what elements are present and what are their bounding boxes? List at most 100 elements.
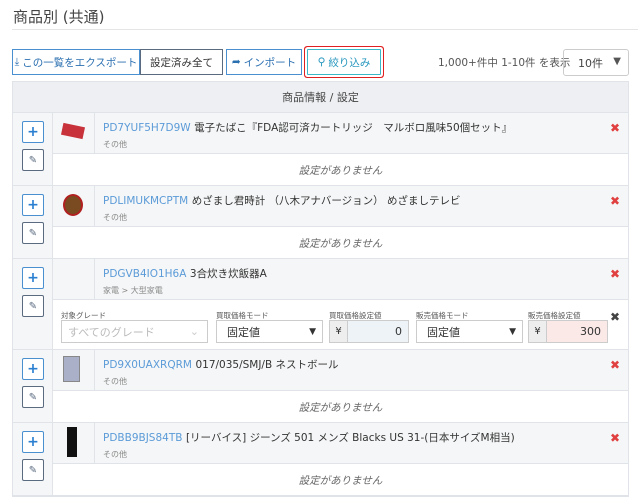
chevron-down-icon: ▼ [309, 326, 316, 337]
delete-icon[interactable]: ✖ [610, 358, 620, 372]
row-actions: + ✎ [13, 186, 53, 258]
search-icon: ⚲ [317, 56, 326, 68]
sell-mode-value: 固定値 [427, 325, 460, 339]
page-size-value: 10件 [578, 56, 603, 70]
add-setting-button[interactable]: + [22, 267, 44, 289]
remove-setting-icon[interactable]: ✖ [610, 310, 620, 324]
pencil-icon: ✎ [28, 154, 38, 166]
yen-addon: ¥ [330, 321, 348, 342]
edit-button[interactable]: ✎ [22, 149, 44, 171]
buy-mode-value: 固定値 [227, 325, 260, 339]
product-info: PDLIMUKMCPTM めざまし君時計 （八木アナバージョン） めざましテレビ… [53, 186, 628, 227]
delete-icon[interactable]: ✖ [610, 267, 620, 281]
pencil-icon: ✎ [28, 464, 38, 476]
product-info: PD9X0UAXRQRM 017/035/SMJ/B ネストボール その他 ✖ [53, 350, 628, 391]
product-code-link[interactable]: PDBB9BJS84TB [103, 432, 182, 444]
plus-icon: + [27, 270, 39, 286]
product-image [53, 350, 95, 390]
row-actions: + ✎ [13, 259, 53, 349]
product-name: 3合炊き炊飯器A [189, 268, 267, 280]
table-header: 商品情報 / 設定 [13, 82, 628, 113]
product-name: 017/035/SMJ/B ネストボール [195, 359, 339, 371]
sell-value-input[interactable]: ¥300 [528, 320, 608, 343]
row-actions: + ✎ [13, 423, 53, 495]
product-table: 商品情報 / 設定 + ✎ PD7YUF5H7D9W 電子たばこ『FDA認可済カ… [12, 81, 629, 497]
plus-icon: + [27, 434, 39, 450]
product-name: [リーバイス] ジーンズ 501 メンズ Blacks US 31-(日本サイズ… [185, 432, 515, 444]
delete-icon[interactable]: ✖ [610, 431, 620, 445]
pencil-icon: ✎ [28, 391, 38, 403]
edit-button[interactable]: ✎ [22, 459, 44, 481]
page-title: 商品別 (共通) [13, 8, 105, 26]
add-setting-button[interactable]: + [22, 358, 44, 380]
yen-addon: ¥ [529, 321, 547, 342]
edit-button[interactable]: ✎ [22, 222, 44, 244]
add-setting-button[interactable]: + [22, 431, 44, 453]
product-name: 電子たばこ『FDA認可済カートリッジ マルボロ風味50個セット』 [194, 122, 513, 134]
share-icon: ➦ [231, 56, 241, 68]
filter-button[interactable]: ⚲ 絞り込み [307, 49, 381, 75]
export-button[interactable]: ⤓ この一覧をエクスポート [12, 49, 140, 75]
product-category: 家電 > 大型家電 [103, 286, 163, 295]
product-code-link[interactable]: PDGVB4IO1H6A [103, 268, 186, 280]
product-category: その他 [103, 377, 127, 386]
grade-select[interactable]: すべてのグレード ⌄ [61, 320, 208, 343]
product-code-link[interactable]: PDLIMUKMCPTM [103, 195, 188, 207]
sell-mode-select[interactable]: 固定値 ▼ [416, 320, 523, 343]
empty-settings: 設定がありません [298, 401, 383, 414]
product-category: その他 [103, 140, 127, 149]
import-button[interactable]: ➦ インポート [226, 49, 302, 75]
chevron-down-icon: ⌄ [189, 325, 199, 338]
plus-icon: + [27, 197, 39, 213]
delete-icon[interactable]: ✖ [610, 121, 620, 135]
product-info: PD7YUF5H7D9W 電子たばこ『FDA認可済カートリッジ マルボロ風味50… [53, 113, 628, 154]
add-setting-button[interactable]: + [22, 194, 44, 216]
download-icon: ⤓ [14, 55, 20, 68]
product-code-link[interactable]: PD9X0UAXRQRM [103, 359, 192, 371]
product-category: その他 [103, 450, 127, 459]
divider [12, 29, 638, 30]
product-image [53, 259, 95, 299]
settings-row: 対象グレード すべてのグレード ⌄ 買取価格モード 固定値 ▼ 買取価格設定値 ¥0… [53, 300, 628, 350]
empty-settings: 設定がありません [298, 237, 383, 250]
chevron-down-icon: ▼ [613, 56, 621, 67]
buy-mode-select[interactable]: 固定値 ▼ [216, 320, 323, 343]
product-image [53, 113, 95, 153]
edit-button[interactable]: ✎ [22, 295, 44, 317]
sell-value: 300 [547, 321, 607, 342]
filter-label: 絞り込み [328, 56, 371, 69]
product-info: PDGVB4IO1H6A 3合炊き炊飯器A 家電 > 大型家電 ✖ [53, 259, 628, 300]
chevron-down-icon: ▼ [509, 326, 516, 337]
product-category: その他 [103, 213, 127, 222]
row-actions: + ✎ [13, 350, 53, 422]
plus-icon: + [27, 124, 39, 140]
all-set-button[interactable]: 設定済み全て [140, 49, 223, 75]
export-label: この一覧をエクスポート [22, 56, 138, 69]
pencil-icon: ✎ [28, 300, 38, 312]
product-row: + ✎ PDLIMUKMCPTM めざまし君時計 （八木アナバージョン） めざま… [13, 186, 628, 259]
result-count: 1,000+件中 1-10件 を表示 [438, 57, 571, 69]
product-image [53, 186, 95, 226]
import-label: インポート [243, 56, 297, 69]
product-info: PDBB9BJS84TB [リーバイス] ジーンズ 501 メンズ Blacks… [53, 423, 628, 464]
plus-icon: + [27, 361, 39, 377]
product-code-link[interactable]: PD7YUF5H7D9W [103, 122, 191, 134]
product-name: めざまし君時計 （八木アナバージョン） めざましテレビ [191, 195, 461, 207]
all-set-label: 設定済み全て [150, 56, 213, 69]
row-actions: + ✎ [13, 113, 53, 185]
empty-settings: 設定がありません [298, 474, 383, 487]
product-row: + ✎ PDBB9BJS84TB [リーバイス] ジーンズ 501 メンズ Bl… [13, 423, 628, 496]
buy-value-input[interactable]: ¥0 [329, 320, 409, 343]
pencil-icon: ✎ [28, 227, 38, 239]
add-setting-button[interactable]: + [22, 121, 44, 143]
delete-icon[interactable]: ✖ [610, 194, 620, 208]
product-row: + ✎ PDGVB4IO1H6A 3合炊き炊飯器A 家電 > 大型家電 ✖ 対象… [13, 259, 628, 350]
product-row: + ✎ PD7YUF5H7D9W 電子たばこ『FDA認可済カートリッジ マルボロ… [13, 113, 628, 186]
product-image [53, 423, 95, 463]
product-row: + ✎ PD9X0UAXRQRM 017/035/SMJ/B ネストボール その… [13, 350, 628, 423]
edit-button[interactable]: ✎ [22, 386, 44, 408]
grade-placeholder: すべてのグレード [68, 325, 155, 339]
empty-settings: 設定がありません [298, 164, 383, 177]
page-size-select[interactable]: 10件 ▼ [563, 49, 629, 76]
buy-value: 0 [348, 321, 408, 342]
